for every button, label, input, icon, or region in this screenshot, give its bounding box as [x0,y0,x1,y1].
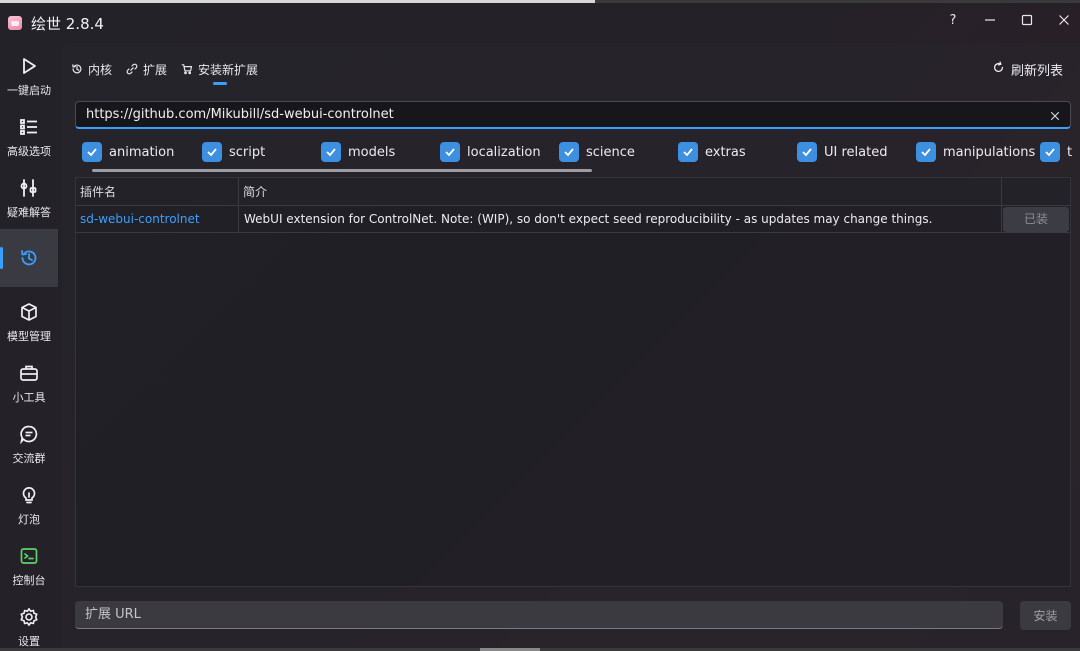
sidebar-item-advanced[interactable]: 高级选项 [0,104,58,162]
sidebar-item-console[interactable]: 控制台 [0,533,58,591]
clear-input-button[interactable] [1047,108,1063,124]
title-bar: 绘世 2.8.4 ? [0,3,1080,43]
sidebar-item-troubleshoot[interactable]: 疑难解答 [0,165,58,223]
play-icon [18,55,40,77]
extension-url-input[interactable] [75,601,1003,629]
extension-name-link[interactable]: sd-webui-controlnet [76,206,239,233]
checkbox-checked-icon [1040,142,1060,162]
tab-core[interactable]: 内核 [70,59,112,79]
tag-filter-models[interactable]: models [321,141,395,163]
help-button[interactable]: ? [938,7,968,33]
toolbox-icon [18,362,40,384]
checkbox-checked-icon [559,142,579,162]
sidebar-item-settings[interactable]: 设置 [0,594,58,651]
extension-search-input[interactable] [75,101,1071,129]
row-action-cell: 已装 [1002,206,1070,233]
column-header-action [1002,178,1070,206]
tag-filter-script[interactable]: script [202,141,265,163]
tab-bar: 内核 扩展 安装新扩展 刷新列表 [62,43,1080,93]
close-icon [1050,111,1060,121]
active-tab-indicator [213,82,227,85]
sidebar-item-tools[interactable]: 小工具 [0,350,58,408]
close-window-button[interactable] [1049,7,1079,33]
chat-icon [18,423,40,445]
plug-icon [125,62,139,76]
sidebar-item-label: 模型管理 [7,330,51,343]
checkbox-checked-icon [82,142,102,162]
tag-filter-manipulations[interactable]: manipulations [916,141,1035,163]
tab-install-new[interactable]: 安装新扩展 [180,59,258,79]
sidebar-item-label: 高级选项 [7,145,51,158]
tag-filter-animation[interactable]: animation [82,141,174,163]
tag-label: manipulations [943,144,1036,160]
sidebar-item-label: 小工具 [12,391,46,404]
history-icon [18,247,40,269]
extension-description: WebUI extension for ControlNet. Note: (W… [239,206,1002,233]
tag-label: UI related [824,144,888,160]
minimize-icon [985,19,995,21]
tag-filter-row: animation script models localization sci… [82,141,1078,165]
cube-icon [18,301,40,323]
app-logo-icon [8,16,22,30]
extension-table: 插件名 简介 sd-webui-controlnet WebUI extensi… [75,177,1071,587]
sidebar: 一键启动 高级选项 疑难解答 模型管理 小工具 交流群 灯泡 控制台 设置 [0,43,58,651]
sidebar-item-launch[interactable]: 一键启动 [0,43,58,101]
tag-filter-truncated[interactable]: t [1040,141,1072,163]
checkbox-checked-icon [440,142,460,162]
checkbox-checked-icon [321,142,341,162]
sidebar-item-label: 交流群 [12,452,46,465]
main-panel: 内核 扩展 安装新扩展 刷新列表 https://github.com/Miku… [62,43,1080,651]
tag-filter-science[interactable]: science [559,141,635,163]
checkbox-checked-icon [916,142,936,162]
installed-button[interactable]: 已装 [1003,207,1069,232]
sidebar-item-label: 一键启动 [7,84,51,97]
sidebar-item-label: 疑难解答 [7,206,51,219]
checkbox-checked-icon [678,142,698,162]
wrench-icon [18,177,40,199]
tag-label: animation [109,144,175,160]
tag-filter-ui-related[interactable]: UI related [797,141,887,163]
refresh-label: 刷新列表 [1011,63,1064,79]
list-icon [18,116,40,138]
history-icon [70,62,84,76]
sidebar-item-models[interactable]: 模型管理 [0,289,58,347]
sidebar-item-label: 控制台 [12,574,46,587]
tab-label: 安装新扩展 [198,62,259,77]
tag-filter-localization[interactable]: localization [440,141,541,163]
sidebar-item-versions[interactable] [0,229,58,287]
settings-icon [18,606,40,628]
maximize-icon [1021,14,1033,26]
tab-label: 扩展 [143,62,168,77]
tab-label: 内核 [88,62,113,77]
tag-label: extras [705,144,746,160]
tag-label: script [229,144,266,160]
tag-filter-extras[interactable]: extras [678,141,746,163]
sidebar-item-community[interactable]: 交流群 [0,411,58,469]
cart-icon [180,62,194,76]
horizontal-scrollbar[interactable] [92,169,592,172]
console-icon [18,545,40,567]
column-header-name[interactable]: 插件名 [76,178,239,206]
tab-extensions[interactable]: 扩展 [125,59,167,79]
tag-label: models [348,144,396,160]
tag-label: science [586,144,635,160]
column-header-description[interactable]: 简介 [239,178,1002,206]
lightbulb-icon [18,484,40,506]
refresh-icon [992,61,1005,78]
checkbox-checked-icon [797,142,817,162]
sidebar-item-label: 设置 [18,635,40,648]
tag-label: localization [467,144,541,160]
app-window: 绘世 2.8.4 ? 一键启动 高级选项 疑难解答 模型管理 小工具 交流群 灯… [0,0,1080,651]
sidebar-item-lightbulb[interactable]: 灯泡 [0,472,58,530]
minimize-button[interactable] [975,7,1005,33]
tag-label: t [1067,144,1073,160]
sidebar-item-label: 灯泡 [18,513,40,526]
install-button[interactable]: 安装 [1020,601,1071,630]
refresh-list-button[interactable]: 刷新列表 [992,59,1063,79]
table-row[interactable]: sd-webui-controlnet WebUI extension for … [76,206,1070,233]
close-icon [1059,15,1069,25]
window-title: 绘世 2.8.4 [31,15,104,33]
maximize-button[interactable] [1012,7,1042,33]
checkbox-checked-icon [202,142,222,162]
